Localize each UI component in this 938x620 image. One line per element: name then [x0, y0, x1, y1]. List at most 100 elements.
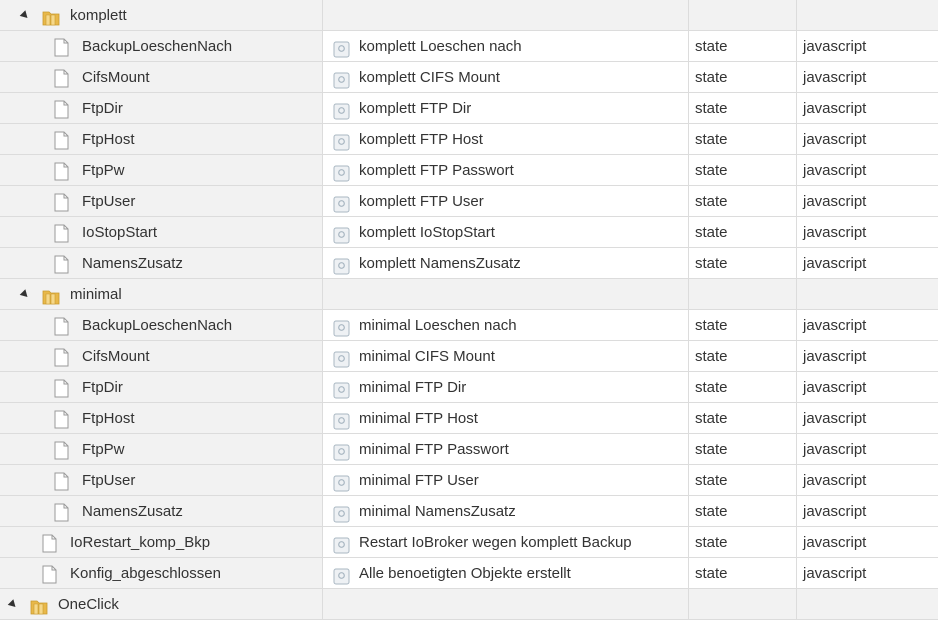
tree-folder-row[interactable]: OneClick	[0, 589, 938, 620]
name-cell[interactable]: Konfig_abgeschlossen	[0, 558, 323, 588]
description-cell[interactable]: komplett FTP Passwort	[323, 155, 689, 185]
type-cell[interactable]: state	[689, 155, 797, 185]
role-cell[interactable]: javascript	[797, 248, 938, 278]
type-cell[interactable]	[689, 0, 797, 30]
name-cell[interactable]: CifsMount	[0, 62, 323, 92]
type-cell[interactable]: state	[689, 496, 797, 526]
description-cell[interactable]: komplett NamensZusatz	[323, 248, 689, 278]
role-cell[interactable]	[797, 589, 938, 619]
description-cell[interactable]: komplett FTP User	[323, 186, 689, 216]
tree-object-row[interactable]: FtpDir minimal FTP Dir state javascript	[0, 372, 938, 403]
type-cell[interactable]: state	[689, 186, 797, 216]
role-cell[interactable]	[797, 0, 938, 30]
type-cell[interactable]: state	[689, 372, 797, 402]
tree-object-row[interactable]: FtpHost komplett FTP Host state javascript	[0, 124, 938, 155]
type-cell[interactable]: state	[689, 31, 797, 61]
role-cell[interactable]: javascript	[797, 558, 938, 588]
tree-object-row[interactable]: BackupLoeschenNach minimal Loeschen nach s…	[0, 310, 938, 341]
tree-object-row[interactable]: FtpDir komplett FTP Dir state javascript	[0, 93, 938, 124]
description-cell[interactable]: minimal FTP Dir	[323, 372, 689, 402]
type-cell[interactable]: state	[689, 434, 797, 464]
name-cell[interactable]: BackupLoeschenNach	[0, 31, 323, 61]
tree-object-row[interactable]: IoRestart_komp_Bkp Restart IoBroker wegen…	[0, 527, 938, 558]
name-cell[interactable]: BackupLoeschenNach	[0, 310, 323, 340]
name-cell[interactable]: IoRestart_komp_Bkp	[0, 527, 323, 557]
tree-object-row[interactable]: Konfig_abgeschlossen Alle benoetigten Obj…	[0, 558, 938, 589]
name-cell[interactable]: FtpPw	[0, 434, 323, 464]
tree-object-row[interactable]: FtpUser komplett FTP User state javascript	[0, 186, 938, 217]
role-cell[interactable]: javascript	[797, 217, 938, 247]
description-cell[interactable]: minimal Loeschen nach	[323, 310, 689, 340]
name-cell[interactable]: FtpHost	[0, 124, 323, 154]
expand-toggle-icon[interactable]	[19, 289, 31, 300]
description-cell[interactable]	[323, 279, 689, 309]
type-cell[interactable]: state	[689, 310, 797, 340]
tree-object-row[interactable]: NamensZusatz minimal NamensZusatz state jav…	[0, 496, 938, 527]
description-cell[interactable]: komplett Loeschen nach	[323, 31, 689, 61]
role-cell[interactable]: javascript	[797, 434, 938, 464]
role-cell[interactable]: javascript	[797, 527, 938, 557]
role-cell[interactable]: javascript	[797, 465, 938, 495]
name-cell[interactable]: komplett	[0, 0, 323, 30]
tree-folder-row[interactable]: minimal	[0, 279, 938, 310]
name-cell[interactable]: FtpUser	[0, 186, 323, 216]
description-cell[interactable]: minimal FTP Host	[323, 403, 689, 433]
name-cell[interactable]: CifsMount	[0, 341, 323, 371]
role-cell[interactable]: javascript	[797, 310, 938, 340]
expand-toggle-icon[interactable]	[19, 10, 31, 21]
description-cell[interactable]: minimal FTP User	[323, 465, 689, 495]
tree-object-row[interactable]: FtpUser minimal FTP User state javascript	[0, 465, 938, 496]
role-cell[interactable]: javascript	[797, 124, 938, 154]
description-cell[interactable]: komplett FTP Host	[323, 124, 689, 154]
name-cell[interactable]: FtpPw	[0, 155, 323, 185]
name-cell[interactable]: NamensZusatz	[0, 496, 323, 526]
description-cell[interactable]	[323, 589, 689, 619]
role-cell[interactable]: javascript	[797, 496, 938, 526]
tree-object-row[interactable]: FtpHost minimal FTP Host state javascript	[0, 403, 938, 434]
tree-object-row[interactable]: FtpPw komplett FTP Passwort state javascrip…	[0, 155, 938, 186]
name-cell[interactable]: OneClick	[0, 589, 323, 619]
description-cell[interactable]: komplett IoStopStart	[323, 217, 689, 247]
name-cell[interactable]: minimal	[0, 279, 323, 309]
type-cell[interactable]: state	[689, 248, 797, 278]
role-cell[interactable]: javascript	[797, 93, 938, 123]
tree-object-row[interactable]: NamensZusatz komplett NamensZusatz state ja…	[0, 248, 938, 279]
description-cell[interactable]: minimal NamensZusatz	[323, 496, 689, 526]
type-cell[interactable]: state	[689, 62, 797, 92]
tree-object-row[interactable]: CifsMount minimal CIFS Mount state javascri…	[0, 341, 938, 372]
type-cell[interactable]: state	[689, 217, 797, 247]
name-cell[interactable]: NamensZusatz	[0, 248, 323, 278]
type-cell[interactable]: state	[689, 403, 797, 433]
role-cell[interactable]: javascript	[797, 155, 938, 185]
type-cell[interactable]: state	[689, 341, 797, 371]
description-cell[interactable]: komplett FTP Dir	[323, 93, 689, 123]
type-cell[interactable]: state	[689, 558, 797, 588]
description-cell[interactable]: minimal CIFS Mount	[323, 341, 689, 371]
description-cell[interactable]: komplett CIFS Mount	[323, 62, 689, 92]
role-cell[interactable]: javascript	[797, 372, 938, 402]
type-cell[interactable]: state	[689, 527, 797, 557]
name-cell[interactable]: IoStopStart	[0, 217, 323, 247]
name-cell[interactable]: FtpDir	[0, 372, 323, 402]
tree-object-row[interactable]: CifsMount komplett CIFS Mount state javascr…	[0, 62, 938, 93]
tree-object-row[interactable]: FtpPw minimal FTP Passwort state javascript	[0, 434, 938, 465]
role-cell[interactable]: javascript	[797, 62, 938, 92]
type-cell[interactable]	[689, 279, 797, 309]
name-cell[interactable]: FtpUser	[0, 465, 323, 495]
name-cell[interactable]: FtpHost	[0, 403, 323, 433]
type-cell[interactable]: state	[689, 93, 797, 123]
type-cell[interactable]: state	[689, 465, 797, 495]
role-cell[interactable]	[797, 279, 938, 309]
role-cell[interactable]: javascript	[797, 341, 938, 371]
role-cell[interactable]: javascript	[797, 403, 938, 433]
tree-folder-row[interactable]: komplett	[0, 0, 938, 31]
type-cell[interactable]: state	[689, 124, 797, 154]
description-cell[interactable]	[323, 0, 689, 30]
tree-object-row[interactable]: IoStopStart komplett IoStopStart state java…	[0, 217, 938, 248]
name-cell[interactable]: FtpDir	[0, 93, 323, 123]
description-cell[interactable]: minimal FTP Passwort	[323, 434, 689, 464]
role-cell[interactable]: javascript	[797, 186, 938, 216]
type-cell[interactable]	[689, 589, 797, 619]
description-cell[interactable]: Alle benoetigten Objekte erstellt	[323, 558, 689, 588]
tree-object-row[interactable]: BackupLoeschenNach komplett Loeschen nach…	[0, 31, 938, 62]
